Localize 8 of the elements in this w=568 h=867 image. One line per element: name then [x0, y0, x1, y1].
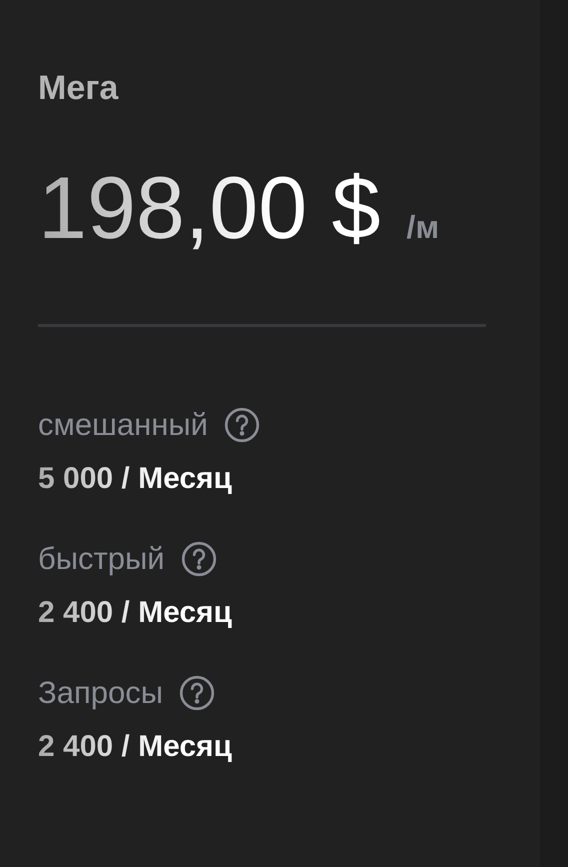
feature-label: Запросы	[38, 675, 164, 711]
price-period: /м	[406, 209, 440, 246]
help-icon[interactable]	[179, 675, 216, 711]
feature-label: смешанный	[38, 407, 208, 443]
plan-name: Мега	[38, 68, 118, 108]
help-icon[interactable]	[224, 407, 260, 443]
help-icon[interactable]	[180, 541, 217, 577]
feature-label: быстрый	[38, 541, 165, 577]
